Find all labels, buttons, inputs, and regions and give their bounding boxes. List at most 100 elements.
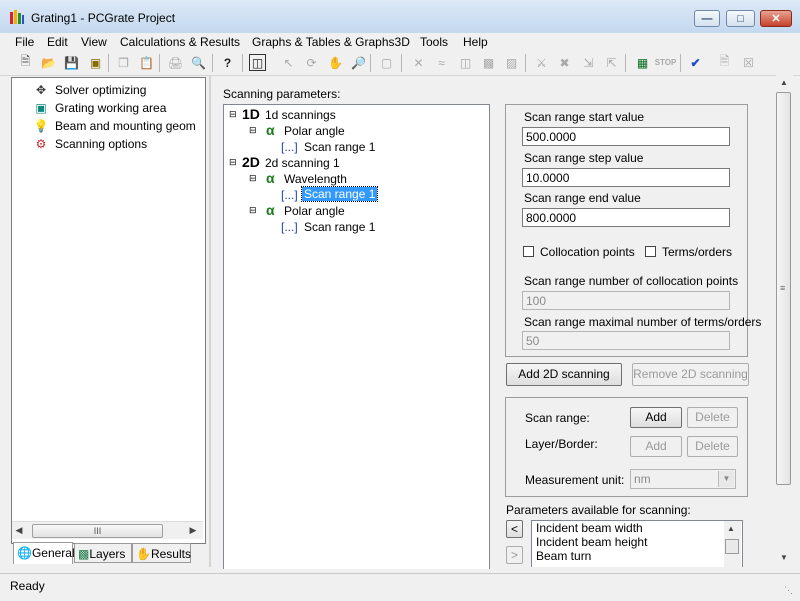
- pointer-button[interactable]: ↖: [280, 54, 297, 71]
- scrollbar-thumb[interactable]: [725, 539, 739, 554]
- terms-orders-checkbox[interactable]: [645, 246, 656, 257]
- project-button[interactable]: ▣: [87, 54, 104, 71]
- start-value-input[interactable]: 500.0000: [522, 127, 730, 146]
- params-available-label: Parameters available for scanning:: [506, 503, 691, 517]
- selected-tree-item[interactable]: Scan range 1: [300, 186, 379, 202]
- scan-2d-polar-range-1[interactable]: Scan range 1: [304, 220, 375, 234]
- list-item[interactable]: Beam turn: [532, 549, 742, 563]
- collapse-polar-2d-icon[interactable]: ⊟: [249, 205, 257, 216]
- doc-arrow-button[interactable]: 🗎: [716, 54, 733, 71]
- collapse-2d-icon[interactable]: ⊟: [229, 157, 237, 168]
- tree-item-beam[interactable]: 💡 Beam and mounting geom: [33, 117, 196, 135]
- scrollbar-thumb[interactable]: ≡: [776, 92, 791, 485]
- print-button[interactable]: 🖨: [167, 54, 184, 71]
- menu-graphs-tables[interactable]: Graphs & Tables & Graphs3D: [252, 33, 410, 51]
- resize-grip-icon[interactable]: ⋱: [784, 585, 793, 596]
- title-bar[interactable]: Grating1 - PCGrate Project — □ ✕: [0, 0, 800, 34]
- collapse-polar-icon[interactable]: ⊟: [249, 125, 257, 136]
- scroll-down-arrow-icon[interactable]: ▼: [780, 553, 788, 562]
- close-button[interactable]: ✕: [760, 10, 792, 27]
- print-preview-icon: 🔍: [191, 55, 206, 70]
- delete-button[interactable]: ✕: [410, 54, 427, 71]
- tree-item-label: Beam and mounting geom: [55, 119, 196, 133]
- layer-button[interactable]: ▩: [480, 54, 497, 71]
- layout-button[interactable]: ◫: [249, 54, 266, 71]
- copy-button[interactable]: ❐: [115, 54, 132, 71]
- menu-file[interactable]: File: [15, 33, 34, 51]
- menu-calculations-results[interactable]: Calculations & Results: [120, 33, 240, 51]
- scroll-right-arrow-icon[interactable]: ▶: [186, 523, 200, 538]
- layer-border-label: Layer/Border:: [525, 437, 598, 451]
- scrollbar-thumb[interactable]: III: [32, 524, 163, 538]
- list-vertical-scrollbar[interactable]: ▲: [724, 521, 741, 567]
- scan-1d-polar-angle[interactable]: Polar angle: [284, 124, 345, 138]
- scan-range-label: Scan range:: [525, 411, 590, 425]
- step-value-input[interactable]: 10.0000: [522, 168, 730, 187]
- minimize-button[interactable]: —: [694, 10, 720, 27]
- collapse-1d-icon[interactable]: ⊟: [229, 109, 237, 120]
- measurement-unit-select[interactable]: nm ▼: [630, 469, 736, 489]
- move-right-button[interactable]: >: [506, 546, 523, 564]
- panel-splitter[interactable]: [209, 75, 211, 567]
- scan-1d-label[interactable]: 1d scannings: [265, 108, 336, 122]
- paste-button[interactable]: 📋: [138, 54, 155, 71]
- tab-layers[interactable]: ▩Layers: [74, 543, 132, 563]
- end-value-input[interactable]: 800.0000: [522, 208, 730, 227]
- collapse-wavelength-icon[interactable]: ⊟: [249, 173, 257, 184]
- check-button[interactable]: ✔: [687, 54, 704, 71]
- stop-button[interactable]: STOP: [655, 54, 677, 71]
- fit-button[interactable]: ▢: [378, 54, 395, 71]
- wave-button[interactable]: ≈: [433, 54, 450, 71]
- menu-view[interactable]: View: [81, 33, 107, 51]
- tree-item-scanning[interactable]: ⚙ Scanning options: [33, 135, 147, 153]
- max-terms-input[interactable]: 50: [522, 331, 730, 350]
- menu-help[interactable]: Help: [463, 33, 488, 51]
- new-file-button[interactable]: 🗎: [17, 54, 34, 71]
- scan-1d-range-1[interactable]: Scan range 1: [304, 140, 375, 154]
- maximize-button[interactable]: □: [726, 10, 755, 27]
- doc-close-button[interactable]: ☒: [740, 54, 757, 71]
- rotate-button[interactable]: ⟳: [303, 54, 320, 71]
- print-preview-button[interactable]: 🔍: [190, 54, 207, 71]
- list-item[interactable]: Incident beam width: [532, 521, 742, 535]
- tree-item-solver[interactable]: ✥ Solver optimizing: [33, 81, 146, 99]
- tree-item-grating[interactable]: ▣ Grating working area: [33, 99, 166, 117]
- zoom-button[interactable]: 🔎: [350, 54, 367, 71]
- scan-2d-polar-angle[interactable]: Polar angle: [284, 204, 345, 218]
- tab-results[interactable]: ✋Results: [132, 543, 191, 563]
- scan-range-delete-button[interactable]: Delete: [687, 407, 738, 428]
- save-button[interactable]: 💾: [63, 54, 80, 71]
- table-button[interactable]: ▦: [634, 54, 651, 71]
- scan-2d-wavelength[interactable]: Wavelength: [284, 172, 347, 186]
- pan-button[interactable]: ✋: [327, 54, 344, 71]
- cross-button[interactable]: ✖: [556, 54, 573, 71]
- scroll-up-arrow-icon[interactable]: ▲: [727, 524, 735, 533]
- calc-icon: ⚔: [536, 55, 547, 70]
- move-left-button[interactable]: <: [506, 520, 523, 538]
- scan-range-add-button[interactable]: Add: [630, 407, 682, 428]
- export-button[interactable]: ⇲: [580, 54, 597, 71]
- layer-border-delete-button[interactable]: Delete: [687, 436, 738, 457]
- menu-tools[interactable]: Tools: [420, 33, 448, 51]
- scroll-left-arrow-icon[interactable]: ◀: [12, 523, 26, 538]
- calc-button[interactable]: ⚔: [533, 54, 550, 71]
- tab-general[interactable]: 🌐General: [13, 542, 75, 564]
- open-folder-button[interactable]: 📂: [40, 54, 57, 71]
- profile-button[interactable]: ◫: [457, 54, 474, 71]
- collocation-points-checkbox[interactable]: [523, 246, 534, 257]
- menu-edit[interactable]: Edit: [47, 33, 68, 51]
- add-2d-scanning-button[interactable]: Add 2D scanning: [506, 363, 622, 386]
- layers-stack-button[interactable]: ▨: [503, 54, 520, 71]
- layer-border-add-button[interactable]: Add: [630, 436, 682, 457]
- import-button[interactable]: ⇱: [603, 54, 620, 71]
- left-horizontal-scrollbar[interactable]: ◀ III ▶: [12, 521, 203, 539]
- scroll-up-arrow-icon[interactable]: ▲: [780, 78, 788, 87]
- chevron-down-icon[interactable]: ▼: [718, 471, 734, 487]
- remove-2d-scanning-button[interactable]: Remove 2D scanning: [632, 363, 749, 386]
- scan-2d-label[interactable]: 2d scanning 1: [265, 156, 340, 170]
- list-item[interactable]: Incident beam height: [532, 535, 742, 549]
- num-collocation-input[interactable]: 100: [522, 291, 730, 310]
- scan-2d-range-1-selected[interactable]: Scan range 1: [300, 186, 379, 202]
- help-button[interactable]: ?: [219, 54, 236, 71]
- params-available-list[interactable]: Incident beam width Incident beam height…: [531, 520, 743, 567]
